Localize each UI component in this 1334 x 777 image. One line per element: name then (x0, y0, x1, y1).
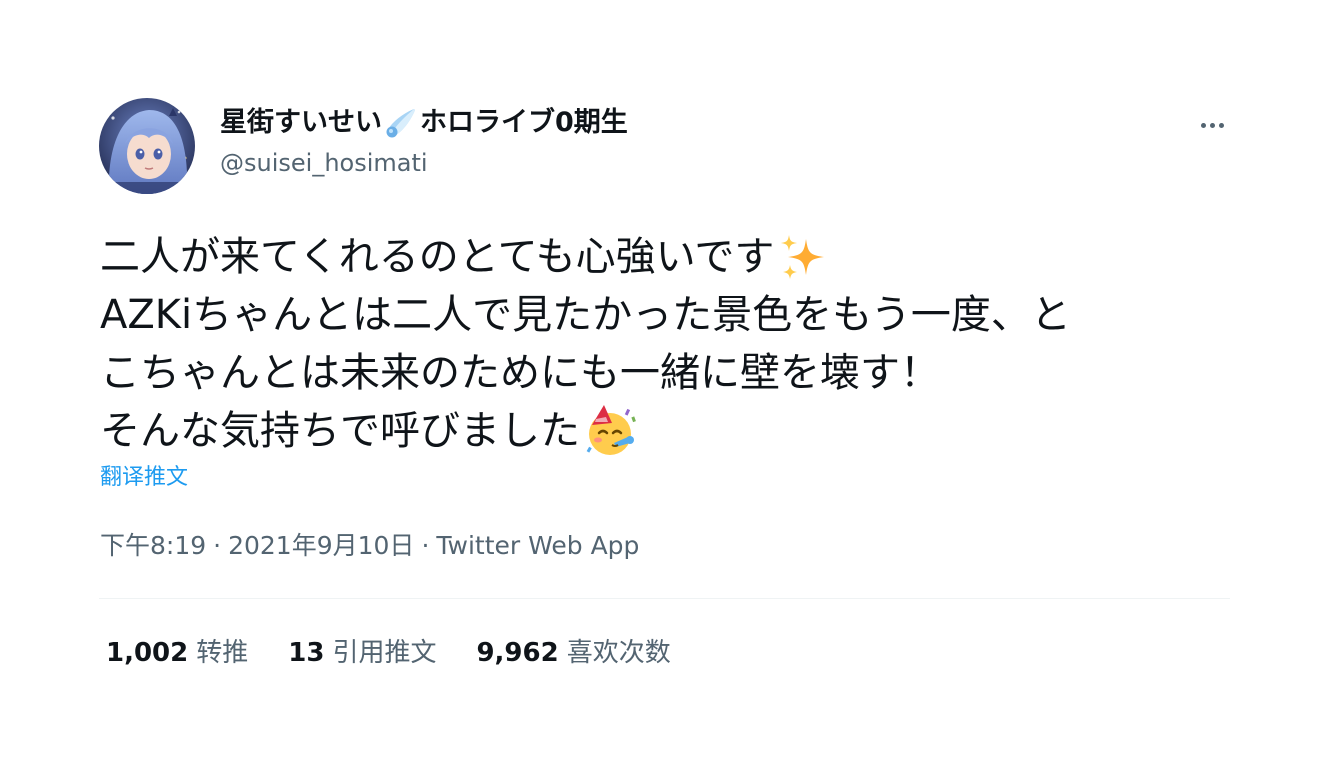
meta-separator: · (421, 531, 430, 560)
quotes-count: 13 (288, 638, 325, 668)
retweets-count: 1,002 (106, 638, 189, 668)
tweet-text: 二人が来てくれるのとても心強いです AZKiちゃんとは二人で見たかった景色をもう… (100, 228, 1240, 460)
tweet-meta: 下午8:19 · 2021年9月10日 · Twitter Web App (100, 528, 639, 564)
tweet-card: 星街すいせい ホロライブ0期生 @suisei_hosimati 二人が来てくれ… (0, 0, 1334, 777)
more-icon[interactable] (1190, 110, 1234, 140)
retweets-stat[interactable]: 1,002 转推 (106, 634, 248, 672)
tweet-line: AZKiちゃんとは二人で見たかった景色をもう一度、と (100, 292, 1071, 338)
likes-label: 喜欢次数 (566, 638, 671, 668)
likes-stat[interactable]: 9,962 喜欢次数 (476, 634, 670, 672)
tweet-date[interactable]: 2021年9月10日 (228, 528, 414, 564)
translate-tweet-link[interactable]: 翻译推文 (100, 462, 188, 494)
sparkles-emoji (776, 229, 832, 285)
retweets-label: 转推 (196, 638, 249, 668)
likes-count: 9,962 (476, 638, 559, 668)
author-display-name[interactable]: 星街すいせい ホロライブ0期生 (220, 104, 628, 142)
comet-icon (384, 106, 418, 140)
tweet-line: こちゃんとは未来のためにも一緒に壁を壊す！ (100, 350, 940, 396)
display-name-prefix: 星街すいせい (220, 107, 382, 138)
avatar[interactable] (99, 98, 195, 194)
tweet-source[interactable]: Twitter Web App (436, 528, 639, 564)
avatar-image (99, 98, 195, 194)
tweet-time[interactable]: 下午8:19 (100, 528, 206, 564)
quotes-label: 引用推文 (332, 638, 437, 668)
tweet-line: 二人が来てくれるのとても心強いです (100, 228, 1240, 286)
tweet-line: そんな気持ちで呼びました (100, 402, 1240, 460)
tweet-stats: 1,002 转推 13 引用推文 9,962 喜欢次数 (106, 634, 711, 672)
author-info: 星街すいせい ホロライブ0期生 @suisei_hosimati (220, 104, 628, 180)
partying-face-emoji (582, 403, 638, 459)
meta-separator: · (213, 531, 222, 560)
display-name-suffix: ホロライブ0期生 (420, 107, 628, 138)
author-handle[interactable]: @suisei_hosimati (220, 146, 628, 180)
divider (99, 598, 1230, 599)
quotes-stat[interactable]: 13 引用推文 (288, 634, 436, 672)
